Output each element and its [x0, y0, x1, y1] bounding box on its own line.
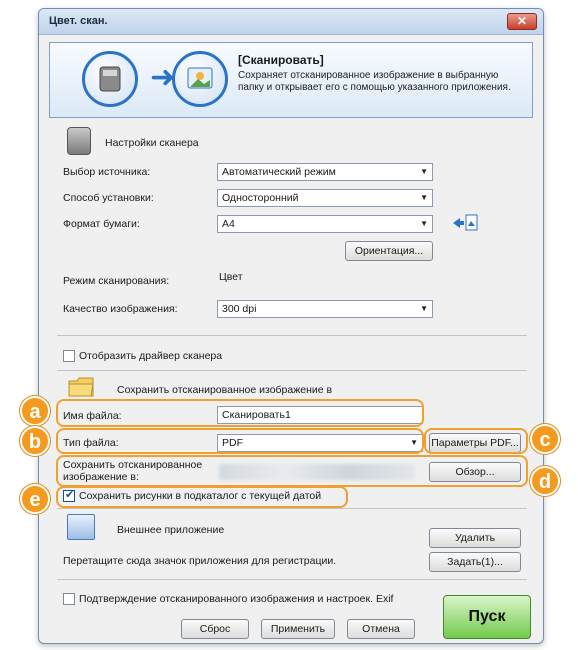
- method-select[interactable]: Односторонний ▼: [217, 189, 433, 207]
- method-value: Односторонний: [222, 192, 299, 204]
- callout-box-b: [56, 428, 424, 454]
- paper-select[interactable]: A4 ▼: [217, 215, 433, 233]
- divider: [57, 370, 527, 371]
- reset-button[interactable]: Сброс: [181, 619, 249, 639]
- callout-box-a: [56, 399, 424, 427]
- quality-select[interactable]: 300 dpi ▼: [217, 300, 433, 318]
- divider: [57, 335, 527, 336]
- window-title: Цвет. скан.: [49, 15, 108, 27]
- application-icon: [172, 51, 228, 107]
- divider: [57, 508, 527, 509]
- callout-badge-d: d: [530, 466, 560, 496]
- source-label: Выбор источника:: [63, 166, 151, 178]
- scan-mode-value: Цвет: [219, 271, 243, 283]
- divider: [57, 579, 527, 580]
- confirm-checkbox[interactable]: [63, 593, 75, 605]
- dropdown-arrow-icon: ▼: [420, 219, 428, 228]
- scan-mode-label: Режим сканирования:: [63, 275, 170, 287]
- callout-badge-a: a: [20, 396, 50, 426]
- paper-label: Формат бумаги:: [63, 218, 140, 230]
- folder-icon: [67, 375, 95, 399]
- external-app-title: Внешнее приложение: [117, 524, 225, 536]
- dropdown-arrow-icon: ▼: [420, 167, 428, 176]
- drag-app-hint: Перетащите сюда значок приложения для ре…: [63, 555, 337, 567]
- orientation-button[interactable]: Ориентация...: [345, 241, 433, 261]
- mode-banner: ➜ [Сканировать] Сохраняет отсканированно…: [49, 42, 533, 118]
- paper-value: A4: [222, 218, 235, 230]
- external-app-icon: [67, 514, 95, 540]
- scan-dialog: Цвет. скан. ✕ ➜ [Сканировать] Сохраняет …: [38, 8, 544, 644]
- source-select[interactable]: Автоматический режим ▼: [217, 163, 433, 181]
- dropdown-arrow-icon: ▼: [420, 193, 428, 202]
- quality-value: 300 dpi: [222, 303, 257, 315]
- scanner-icon: [67, 127, 91, 155]
- start-button[interactable]: Пуск: [443, 595, 531, 639]
- banner-title: [Сканировать]: [238, 53, 324, 67]
- banner-description: Сохраняет отсканированное изображение в …: [238, 70, 511, 93]
- cancel-button[interactable]: Отмена: [347, 619, 415, 639]
- paper-preview-icon[interactable]: [451, 212, 479, 234]
- show-driver-checkbox[interactable]: [63, 350, 75, 362]
- dropdown-arrow-icon: ▼: [420, 304, 428, 313]
- set-app-button[interactable]: Задать(1)...: [429, 552, 521, 572]
- show-driver-label: Отобразить драйвер сканера: [79, 350, 223, 362]
- callout-box-d: [56, 455, 528, 487]
- close-button[interactable]: ✕: [507, 13, 537, 30]
- delete-app-button[interactable]: Удалить: [429, 528, 521, 548]
- scanner-settings-title: Настройки сканера: [105, 137, 199, 149]
- apply-button[interactable]: Применить: [261, 619, 335, 639]
- callout-badge-c: c: [530, 424, 560, 454]
- save-section-title: Сохранить отсканированное изображение в: [117, 384, 333, 396]
- callout-badge-e: e: [20, 484, 50, 514]
- callout-box-c: [424, 428, 528, 454]
- source-value: Автоматический режим: [222, 166, 336, 178]
- title-bar: Цвет. скан. ✕: [39, 9, 543, 35]
- method-label: Способ установки:: [63, 192, 154, 204]
- quality-label: Качество изображения:: [63, 303, 178, 315]
- callout-badge-b: b: [20, 426, 50, 456]
- confirm-label: Подтверждение отсканированного изображен…: [79, 593, 394, 605]
- callout-box-e: [56, 486, 348, 508]
- scanner-device-icon: [82, 51, 138, 107]
